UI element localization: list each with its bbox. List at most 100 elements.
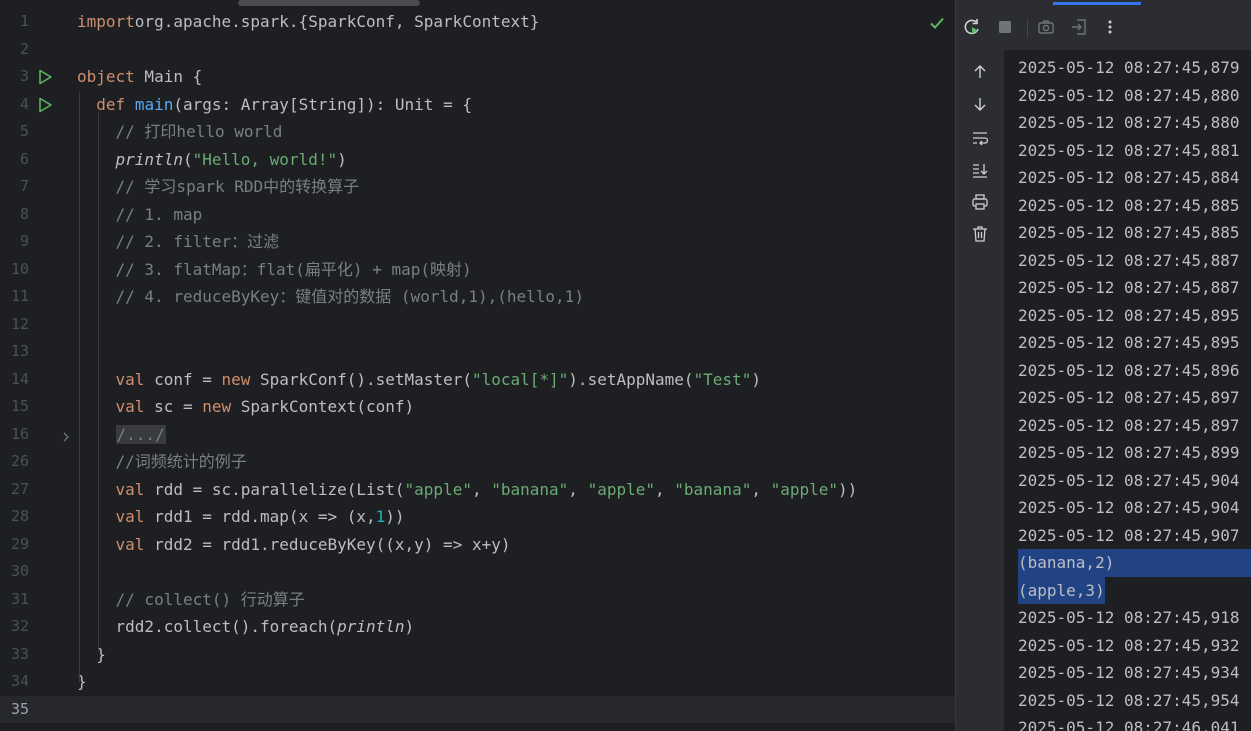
run-gutter-icon[interactable] xyxy=(37,69,53,85)
stop-button[interactable] xyxy=(991,14,1019,44)
code-token: new xyxy=(202,397,232,416)
console-line[interactable]: 2025-05-12 08:27:45,879 xyxy=(1018,54,1240,82)
scroll-down-button[interactable] xyxy=(966,92,994,120)
code-line[interactable]: 32 rdd2.collect().foreach(println) xyxy=(0,613,955,641)
console-line[interactable]: 2025-05-12 08:27:45,881 xyxy=(1018,137,1240,165)
code-token: rdd2 = rdd1.reduceByKey((x,y) => x+y) xyxy=(144,534,511,554)
code-text: object Main { xyxy=(77,63,202,91)
code-line[interactable]: 29 val rdd2 = rdd1.reduceByKey((x,y) => … xyxy=(0,531,955,559)
console-line[interactable]: 2025-05-12 08:27:45,896 xyxy=(1018,357,1240,385)
code-line[interactable]: 27 val rdd = sc.parallelize(List("apple"… xyxy=(0,476,955,504)
active-tab-indicator xyxy=(1053,2,1141,5)
console-line[interactable]: 2025-05-12 08:27:45,932 xyxy=(1018,632,1240,660)
code-line[interactable]: 28 val rdd1 = rdd.map(x => (x,1)) xyxy=(0,503,955,531)
code-token: "banana" xyxy=(491,479,569,499)
run-toolbar xyxy=(956,14,1251,44)
console-output[interactable]: 2025-05-12 08:27:45,879 2025-05-12 08:27:… xyxy=(1004,50,1251,731)
code-token: import xyxy=(77,12,135,31)
code-line[interactable]: 15 val sc = new SparkContext(conf) xyxy=(0,393,955,421)
code-line[interactable]: 1 importorg.apache.spark.{SparkConf, Spar… xyxy=(0,8,955,36)
code-line[interactable]: 2 xyxy=(0,36,955,64)
console-line[interactable]: 2025-05-12 08:27:45,904 xyxy=(1018,467,1240,495)
soft-wrap-button[interactable] xyxy=(966,126,994,154)
code-line[interactable]: 7 // 学习spark RDD中的转换算子 xyxy=(0,173,955,201)
code-line[interactable]: 31 // collect() 行动算子 xyxy=(0,586,955,614)
code-text: val rdd = sc.parallelize(List("apple", "… xyxy=(77,476,858,504)
console-line-selected[interactable]: (banana,2) xyxy=(1018,549,1251,577)
console-line[interactable]: 2025-05-12 08:27:45,907 xyxy=(1018,522,1240,550)
console-line[interactable]: 2025-05-12 08:27:45,887 xyxy=(1018,274,1240,302)
code-token: org.apache.spark.{SparkConf, SparkContex… xyxy=(134,12,540,31)
code-line[interactable]: 4 def main(args: Array[String]): Unit = … xyxy=(0,91,955,119)
console-line[interactable]: 2025-05-12 08:27:45,934 xyxy=(1018,659,1240,687)
console-line[interactable]: 2025-05-12 08:27:45,885 xyxy=(1018,219,1240,247)
code-line[interactable]: 9 // 2. filter：过滤 xyxy=(0,228,955,256)
code-line[interactable]: 33 } xyxy=(0,641,955,669)
console-line-selected[interactable]: (apple,3) xyxy=(1018,576,1105,604)
code-line[interactable]: 35 xyxy=(0,695,955,723)
print-button[interactable] xyxy=(966,190,994,218)
code-token: "Test" xyxy=(693,369,752,389)
exit-icon xyxy=(1070,18,1088,40)
code-line[interactable]: 30 xyxy=(0,558,955,586)
rerun-icon xyxy=(962,17,982,41)
line-number: 14 xyxy=(10,369,29,388)
code-token: SparkContext(conf) xyxy=(231,397,415,416)
console-line[interactable]: 2025-05-12 08:27:45,918 xyxy=(1018,604,1240,632)
code-token: ) xyxy=(751,369,761,389)
camera-icon xyxy=(1037,18,1055,40)
code-line[interactable]: 8 // 1. map xyxy=(0,201,955,229)
line-number: 6 xyxy=(19,149,29,168)
scroll-up-button[interactable] xyxy=(966,60,994,88)
horizontal-scrollbar[interactable] xyxy=(238,0,420,6)
code-line[interactable]: 12 xyxy=(0,311,955,339)
console-line[interactable]: 2025-05-12 08:27:45,897 xyxy=(1018,412,1240,440)
console-line[interactable]: 2025-05-12 08:27:45,895 xyxy=(1018,302,1240,330)
code-token: rdd1 = rdd.map(x => (x, xyxy=(144,507,376,526)
code-line[interactable]: 14 val conf = new SparkConf().setMaster(… xyxy=(0,366,955,394)
console-line[interactable]: 2025-05-12 08:27:45,885 xyxy=(1018,192,1240,220)
console-line[interactable]: 2025-05-12 08:27:45,904 xyxy=(1018,494,1240,522)
console-line[interactable]: 2025-05-12 08:27:45,880 xyxy=(1018,109,1240,137)
console-line[interactable]: 2025-05-12 08:27:45,954 xyxy=(1018,687,1240,715)
code-line[interactable]: 5 // 打印hello world xyxy=(0,118,955,146)
code-token: sc = xyxy=(144,397,203,416)
console-line[interactable]: 2025-05-12 08:27:45,895 xyxy=(1018,329,1240,357)
console-line[interactable]: 2025-05-12 08:27:45,899 xyxy=(1018,439,1240,467)
exit-button[interactable] xyxy=(1065,14,1093,44)
code-editor[interactable]: 1 importorg.apache.spark.{SparkConf, Spar… xyxy=(0,0,955,731)
code-text: val rdd2 = rdd1.reduceByKey((x,y) => x+y… xyxy=(77,531,511,559)
trash-icon xyxy=(972,225,988,247)
inspection-ok-icon[interactable] xyxy=(928,14,946,32)
fold-chevron-icon[interactable] xyxy=(60,428,72,441)
code-line[interactable]: 16 /.../ xyxy=(0,421,955,449)
toolbar-separator xyxy=(1027,20,1028,38)
run-gutter-icon[interactable] xyxy=(37,97,53,113)
console-line[interactable]: 2025-05-12 08:27:46,041 xyxy=(1018,714,1240,731)
clear-all-button[interactable] xyxy=(966,222,994,250)
console-line[interactable]: 2025-05-12 08:27:45,880 xyxy=(1018,82,1240,110)
dump-threads-button[interactable] xyxy=(1032,14,1060,44)
scroll-to-end-button[interactable] xyxy=(966,158,994,186)
more-options-button[interactable] xyxy=(1096,14,1124,44)
code-line[interactable]: 26 //词频统计的例子 xyxy=(0,448,955,476)
console-line[interactable]: 2025-05-12 08:27:45,884 xyxy=(1018,164,1240,192)
code-line[interactable]: 3 object Main { xyxy=(0,63,955,91)
code-line[interactable]: 11 // 4. reduceByKey：键值对的数据 (world,1),(h… xyxy=(0,283,955,311)
console-line[interactable]: 2025-05-12 08:27:45,887 xyxy=(1018,247,1240,275)
code-line[interactable]: 6 println("Hello, world!") xyxy=(0,146,955,174)
code-line[interactable]: 13 xyxy=(0,338,955,366)
line-number: 29 xyxy=(10,534,29,553)
code-token: "apple" xyxy=(770,479,839,499)
folded-region[interactable]: /.../ xyxy=(115,424,166,444)
line-number: 12 xyxy=(10,314,29,333)
code-line[interactable]: 10 // 3. flatMap：flat(扁平化) + map(映射) xyxy=(0,256,955,284)
rerun-button[interactable] xyxy=(958,14,986,44)
console-line[interactable]: 2025-05-12 08:27:45,897 xyxy=(1018,384,1240,412)
code-token: "Hello, world!" xyxy=(192,149,338,169)
code-line[interactable]: 34} xyxy=(0,668,955,696)
